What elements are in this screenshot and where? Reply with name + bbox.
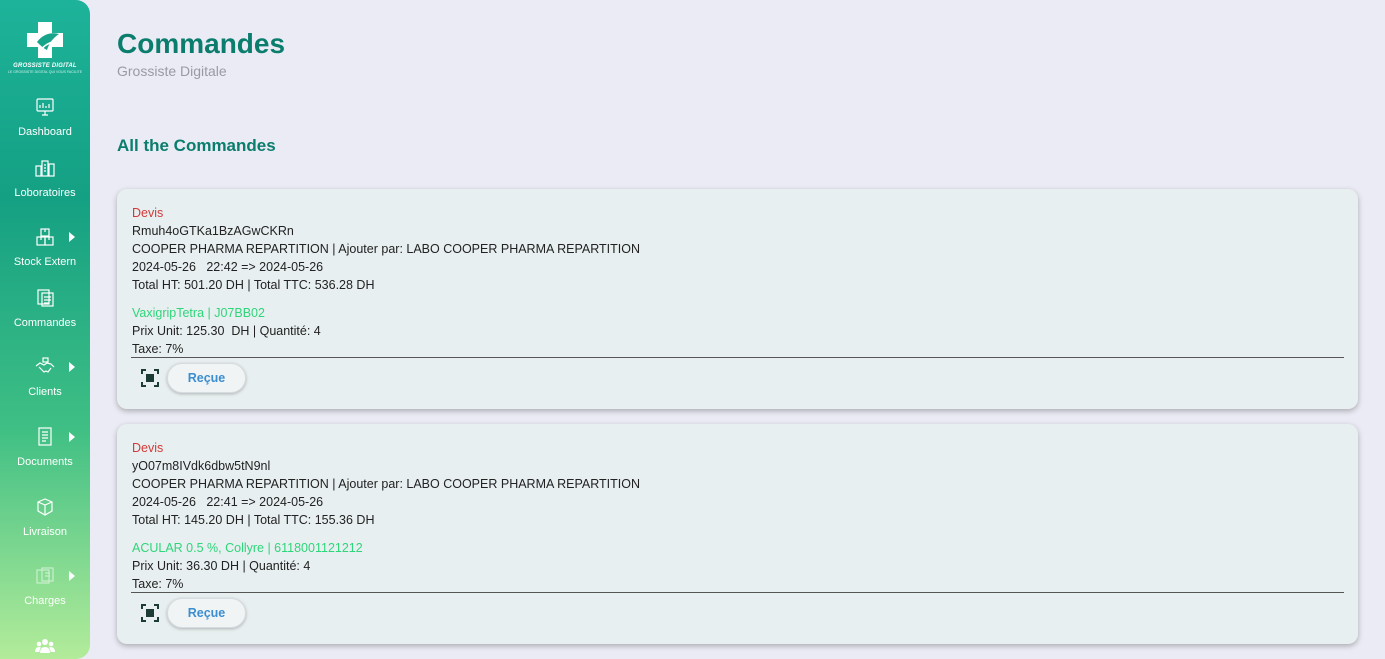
orders-icon [37, 289, 54, 307]
divider [131, 357, 1344, 358]
sidebar-item-label: Documents [17, 456, 73, 468]
chevron-right-icon [69, 432, 75, 442]
order-totals: Total HT: 501.20 DH | Total TTC: 536.28 … [132, 278, 375, 292]
sidebar: GROSSISTE DIGITAL LE GROSSISTE DIGITAL Q… [0, 0, 90, 659]
sidebar-item-label: Clients [28, 386, 62, 398]
recue-button[interactable]: Reçue [167, 363, 246, 393]
page-subtitle: Grossiste Digitale [117, 63, 227, 79]
handshake-icon [35, 357, 55, 373]
sidebar-item-users[interactable] [0, 636, 90, 656]
scan-icon[interactable] [141, 369, 159, 387]
order-product: ACULAR 0.5 %, Collyre | 6118001121212 [132, 541, 363, 555]
recue-button[interactable]: Reçue [167, 598, 246, 628]
brand-name: GROSSISTE DIGITAL [13, 63, 77, 69]
sidebar-item-documents[interactable]: Documents [0, 427, 90, 468]
order-dates: 2024-05-26 22:42 => 2024-05-26 [132, 260, 324, 274]
order-card: Devis yO07m8IVdk6dbw5tN9nl COOPER PHARMA… [117, 424, 1358, 644]
chevron-right-icon [69, 362, 75, 372]
order-price: Prix Unit: 36.30 DH | Quantité: 4 [132, 559, 311, 573]
sidebar-item-loboratoires[interactable]: Loboratoires [0, 158, 90, 199]
cross-leaf-logo-icon [27, 22, 63, 58]
order-tax: Taxe: 7% [132, 342, 184, 356]
sidebar-item-label: Loboratoires [14, 187, 76, 199]
brand-logo[interactable]: GROSSISTE DIGITAL LE GROSSISTE DIGITAL Q… [0, 18, 90, 74]
order-reference: yO07m8IVdk6dbw5tN9nl [132, 459, 271, 473]
divider [131, 592, 1344, 593]
sidebar-item-charges[interactable]: Charges [0, 566, 90, 607]
sidebar-item-label: Livraison [22, 526, 68, 538]
order-supplier: COOPER PHARMA REPARTITION | Ajouter par:… [132, 477, 640, 491]
page-title: Commandes [117, 28, 286, 59]
sidebar-item-label: Dashboard [18, 126, 72, 138]
users-icon [35, 639, 55, 653]
order-status: Devis [132, 441, 164, 455]
order-card: Devis Rmuh4oGTKa1BzAGwCKRn COOPER PHARMA… [117, 189, 1358, 409]
delivery-box-icon [37, 498, 53, 516]
dashboard-icon [36, 98, 54, 116]
order-status: Devis [132, 206, 164, 220]
boxes-icon [36, 228, 54, 246]
brand-tagline: LE GROSSISTE DIGITAL QUI VOUS FACILITE [7, 70, 83, 74]
sidebar-item-stock-extern[interactable]: Stock Extern [0, 227, 90, 268]
chevron-right-icon [69, 232, 75, 242]
order-reference: Rmuh4oGTKa1BzAGwCKRn [132, 224, 294, 238]
order-product: VaxigripTetra | J07BB02 [132, 306, 265, 320]
order-supplier: COOPER PHARMA REPARTITION | Ajouter par:… [132, 242, 640, 256]
sidebar-item-label: Stock Extern [13, 256, 77, 268]
order-totals: Total HT: 145.20 DH | Total TTC: 155.36 … [132, 513, 375, 527]
scan-icon[interactable] [141, 604, 159, 622]
sidebar-item-livraison[interactable]: Livraison [0, 497, 90, 538]
laboratory-icon [35, 160, 55, 177]
order-dates: 2024-05-26 22:41 => 2024-05-26 [132, 495, 324, 509]
sidebar-item-dashboard[interactable]: Dashboard [0, 97, 90, 138]
order-price: Prix Unit: 125.30 DH | Quantité: 4 [132, 324, 321, 338]
sidebar-item-clients[interactable]: Clients [0, 357, 90, 398]
sidebar-item-commandes[interactable]: Commandes [0, 288, 90, 329]
charges-icon [36, 567, 54, 584]
order-tax: Taxe: 7% [132, 577, 184, 591]
chevron-right-icon [69, 571, 75, 581]
section-title: All the Commandes [117, 136, 276, 155]
sidebar-item-label: Commandes [13, 317, 77, 329]
document-icon [38, 427, 52, 446]
sidebar-item-label: Charges [24, 595, 66, 607]
